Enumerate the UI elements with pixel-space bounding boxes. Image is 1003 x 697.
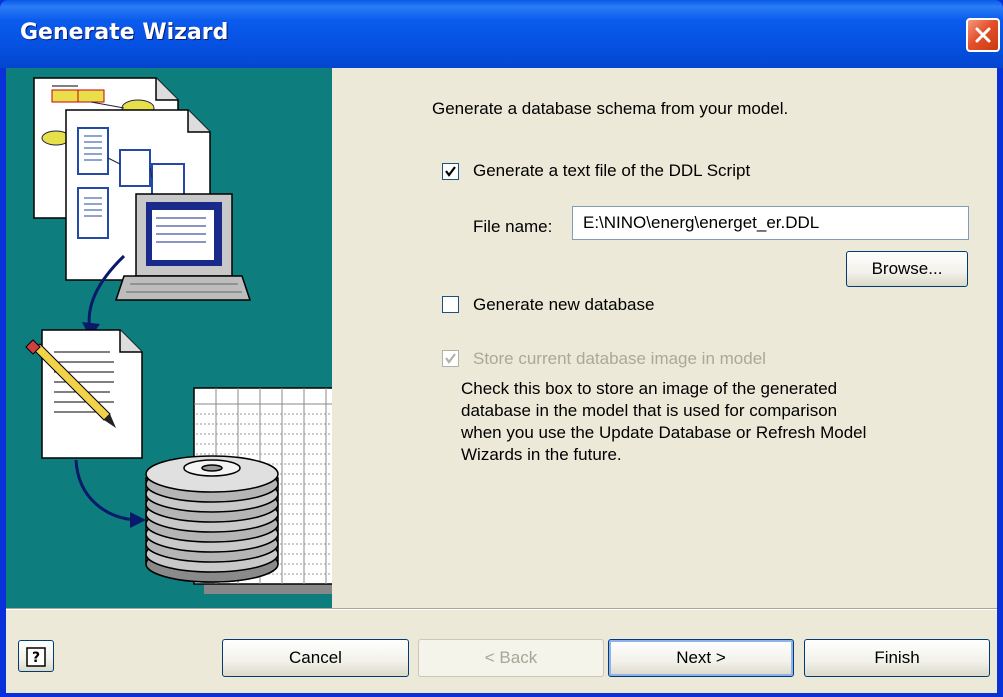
finish-button-label: Finish bbox=[874, 648, 920, 667]
file-name-field[interactable]: E:\NINO\energ\energet_er.DDL bbox=[572, 206, 969, 240]
footer-divider bbox=[6, 608, 997, 610]
store-image-label: Store current database image in model bbox=[473, 349, 766, 368]
help-question-icon: ? bbox=[26, 647, 46, 667]
wizard-illustration-panel bbox=[6, 68, 332, 608]
cancel-button-label: Cancel bbox=[289, 648, 342, 667]
store-image-description: Check this box to store an image of the … bbox=[461, 379, 867, 464]
browse-button[interactable]: Browse... bbox=[846, 251, 968, 287]
back-button-label: < Back bbox=[484, 648, 538, 667]
generate-new-database-checkbox[interactable] bbox=[442, 296, 459, 313]
cancel-button[interactable]: Cancel bbox=[222, 639, 409, 677]
back-button[interactable]: < Back bbox=[418, 639, 604, 677]
generate-ddl-checkbox[interactable] bbox=[442, 163, 459, 180]
next-button-label: Next > bbox=[676, 648, 726, 667]
checkmark-icon bbox=[445, 353, 456, 364]
store-image-checkbox[interactable] bbox=[442, 350, 459, 367]
checkmark-icon bbox=[445, 166, 456, 177]
window-title: Generate Wizard bbox=[20, 20, 229, 45]
svg-text:?: ? bbox=[32, 650, 40, 666]
wizard-window: Generate Wizard Generate a database sche… bbox=[0, 0, 1003, 697]
next-button[interactable]: Next > bbox=[608, 639, 794, 677]
wizard-content: Generate a database schema from your mod… bbox=[332, 68, 997, 608]
database-disks-icon bbox=[145, 455, 279, 583]
script-document-icon bbox=[41, 329, 143, 459]
finish-button[interactable]: Finish bbox=[804, 639, 990, 677]
close-button[interactable] bbox=[966, 18, 1000, 52]
wizard-illustration bbox=[25, 77, 332, 594]
file-name-label: File name: bbox=[473, 217, 553, 236]
generate-new-database-label[interactable]: Generate new database bbox=[473, 295, 654, 315]
browse-button-label: Browse... bbox=[871, 259, 943, 278]
arrow-right-icon bbox=[130, 512, 146, 528]
title-bar[interactable]: Generate Wizard bbox=[0, 0, 1003, 68]
laptop-icon bbox=[114, 193, 252, 301]
intro-text: Generate a database schema from your mod… bbox=[432, 99, 789, 118]
close-icon bbox=[975, 27, 991, 43]
dialog-client: Generate a database schema from your mod… bbox=[6, 68, 997, 693]
help-button[interactable]: ? bbox=[18, 640, 54, 672]
generate-ddl-label[interactable]: Generate a text file of the DDL Script bbox=[473, 161, 750, 181]
